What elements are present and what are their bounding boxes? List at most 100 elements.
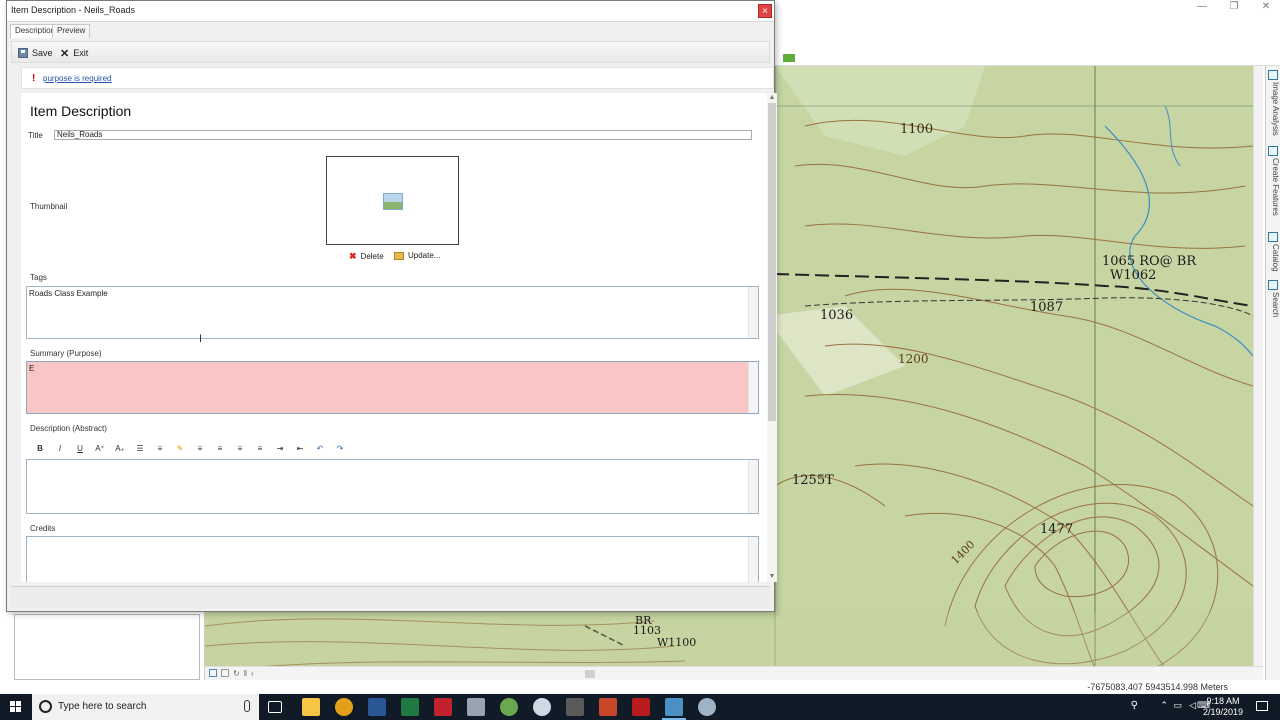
tags-scrollbar[interactable] <box>748 287 758 338</box>
bold-button[interactable]: B <box>32 442 48 456</box>
people-icon[interactable]: ⚲ <box>1131 700 1138 711</box>
tags-textarea[interactable]: Roads Class Example <box>26 286 759 339</box>
dock-tab-catalog[interactable]: Catalog <box>1267 232 1280 280</box>
pause-icon[interactable]: ‖ <box>244 669 247 679</box>
file-explorer-icon[interactable] <box>302 698 320 716</box>
description-form: Item Description Title Neils_Roads Thumb… <box>21 93 767 582</box>
align-center-button[interactable]: ≡ <box>212 442 228 456</box>
warning-icon: ! <box>32 73 36 84</box>
map-status-bar: ↻ ‖ ‹ <box>205 666 1263 680</box>
subscript-button[interactable]: A₊ <box>112 442 128 456</box>
save-button[interactable]: Save <box>18 45 53 61</box>
background-ribbon <box>775 16 1280 66</box>
summary-scrollbar[interactable] <box>748 362 758 413</box>
microphone-icon[interactable] <box>244 700 250 712</box>
calculator-icon[interactable] <box>566 698 584 716</box>
save-icon <box>18 48 28 58</box>
align-left-button[interactable]: ≡ <box>192 442 208 456</box>
map-vertical-scrollbar[interactable] <box>1253 66 1263 668</box>
thumbnail-box[interactable] <box>326 156 459 245</box>
dialog-titlebar[interactable]: Item Description - Neils_Roads × <box>7 1 774 22</box>
horizontal-scroll-thumb[interactable] <box>585 670 595 678</box>
delete-thumbnail-button[interactable]: ✖ Delete <box>349 251 384 262</box>
exit-button[interactable]: ✕ Exit <box>60 45 88 61</box>
save-label: Save <box>32 48 53 58</box>
page-title: Item Description <box>30 103 132 119</box>
map-label: W1062 <box>1110 268 1157 283</box>
arcmap-icon[interactable] <box>467 698 485 716</box>
map-label: 1200 <box>898 352 929 366</box>
dialog-close-button[interactable]: × <box>758 4 772 18</box>
qgis-icon[interactable] <box>500 698 518 716</box>
dock-tab-image-analysis[interactable]: Image Analysis <box>1267 70 1280 146</box>
dock-tab-create-features[interactable]: Create Features <box>1267 146 1280 230</box>
credits-scrollbar[interactable] <box>748 537 758 582</box>
item-description-dialog: Item Description - Neils_Roads × Descrip… <box>6 0 777 612</box>
refresh-icon[interactable]: ↻ <box>233 669 240 679</box>
scroll-left-icon[interactable]: ‹ <box>251 669 254 679</box>
update-thumbnail-button[interactable]: Update... <box>394 251 440 260</box>
numbered-list-button[interactable]: ≡ <box>152 442 168 456</box>
tab-preview[interactable]: Preview <box>52 24 91 38</box>
indent-button[interactable]: ⇥ <box>272 442 288 456</box>
taskbar-search[interactable]: Type here to search <box>32 694 259 720</box>
credits-label: Credits <box>30 524 56 533</box>
notification-icon[interactable] <box>1256 701 1268 711</box>
align-right-button[interactable]: ≡ <box>232 442 248 456</box>
superscript-button[interactable]: A⁺ <box>92 442 108 456</box>
word-icon[interactable] <box>368 698 386 716</box>
chrome-icon[interactable] <box>335 698 353 716</box>
outdent-button[interactable]: ⇤ <box>292 442 308 456</box>
map-view-controls[interactable]: ↻ ‖ ‹ <box>209 669 269 679</box>
undo-button[interactable]: ↶ <box>312 442 328 456</box>
clock[interactable]: 9:18 AM 2/19/2019 <box>1199 696 1247 718</box>
warning-link[interactable]: purpose is required <box>43 74 111 83</box>
acrobat-icon[interactable] <box>632 698 650 716</box>
volume-icon[interactable]: ◁ <box>1189 700 1196 711</box>
underline-button[interactable]: U <box>72 442 88 456</box>
catalog-icon <box>1268 232 1278 242</box>
italic-button[interactable]: I <box>52 442 68 456</box>
scroll-up-icon[interactable]: ▲ <box>767 93 777 103</box>
data-view-icon[interactable] <box>221 669 229 677</box>
dialog-toolbar: Save ✕ Exit <box>11 41 770 63</box>
bullet-list-button[interactable]: ☰ <box>132 442 148 456</box>
thumbnail-label: Thumbnail <box>30 202 68 211</box>
network-icon[interactable]: ▭ <box>1173 700 1182 711</box>
description-label: Description (Abstract) <box>30 424 107 433</box>
start-button[interactable] <box>0 694 32 720</box>
window-close-icon[interactable]: ✕ <box>1250 0 1280 14</box>
description-scrollbar[interactable] <box>748 460 758 513</box>
clock-time: 9:18 AM <box>1206 696 1240 706</box>
powerpoint-icon[interactable] <box>599 698 617 716</box>
app-red-icon[interactable] <box>434 698 452 716</box>
form-vertical-scrollbar[interactable]: ▲ ▼ <box>767 93 777 582</box>
tray-chevron-icon[interactable]: ⌃ <box>1160 700 1168 711</box>
arcgis-pro-icon[interactable] <box>533 698 551 716</box>
contents-pane-list[interactable] <box>14 614 200 680</box>
description-editor[interactable] <box>26 459 759 514</box>
arcgis-active-icon[interactable] <box>662 698 686 720</box>
redo-button[interactable]: ↷ <box>332 442 348 456</box>
ribbon-tool-icon[interactable] <box>783 54 795 62</box>
summary-label: Summary (Purpose) <box>30 349 102 358</box>
dock-tab-search[interactable]: Search <box>1267 280 1280 326</box>
minimize-icon[interactable]: — <box>1186 0 1218 14</box>
windows-taskbar: Type here to search ⚲ ⌃ ▭ ◁ ⌨ 9:18 AM 2/… <box>0 694 1280 720</box>
summary-textarea[interactable]: E <box>26 361 759 414</box>
scroll-down-icon[interactable]: ▼ <box>767 572 777 582</box>
justify-button[interactable]: ≡ <box>252 442 268 456</box>
excel-icon[interactable] <box>401 698 419 716</box>
credits-textarea[interactable] <box>26 536 759 582</box>
app-globe-icon[interactable] <box>698 698 716 716</box>
title-input[interactable]: Neils_Roads <box>54 130 752 140</box>
title-label: Title <box>28 131 43 140</box>
layout-view-icon[interactable] <box>209 669 217 677</box>
task-view-icon[interactable] <box>268 701 282 713</box>
map-label: 1065 RO@ BR <box>1102 254 1197 269</box>
clock-date: 2/19/2019 <box>1202 707 1244 717</box>
restore-icon[interactable]: ❐ <box>1218 0 1250 14</box>
search-dock-icon <box>1268 280 1278 290</box>
highlight-button[interactable]: ✎ <box>172 442 188 456</box>
form-scroll-thumb[interactable] <box>768 103 776 421</box>
